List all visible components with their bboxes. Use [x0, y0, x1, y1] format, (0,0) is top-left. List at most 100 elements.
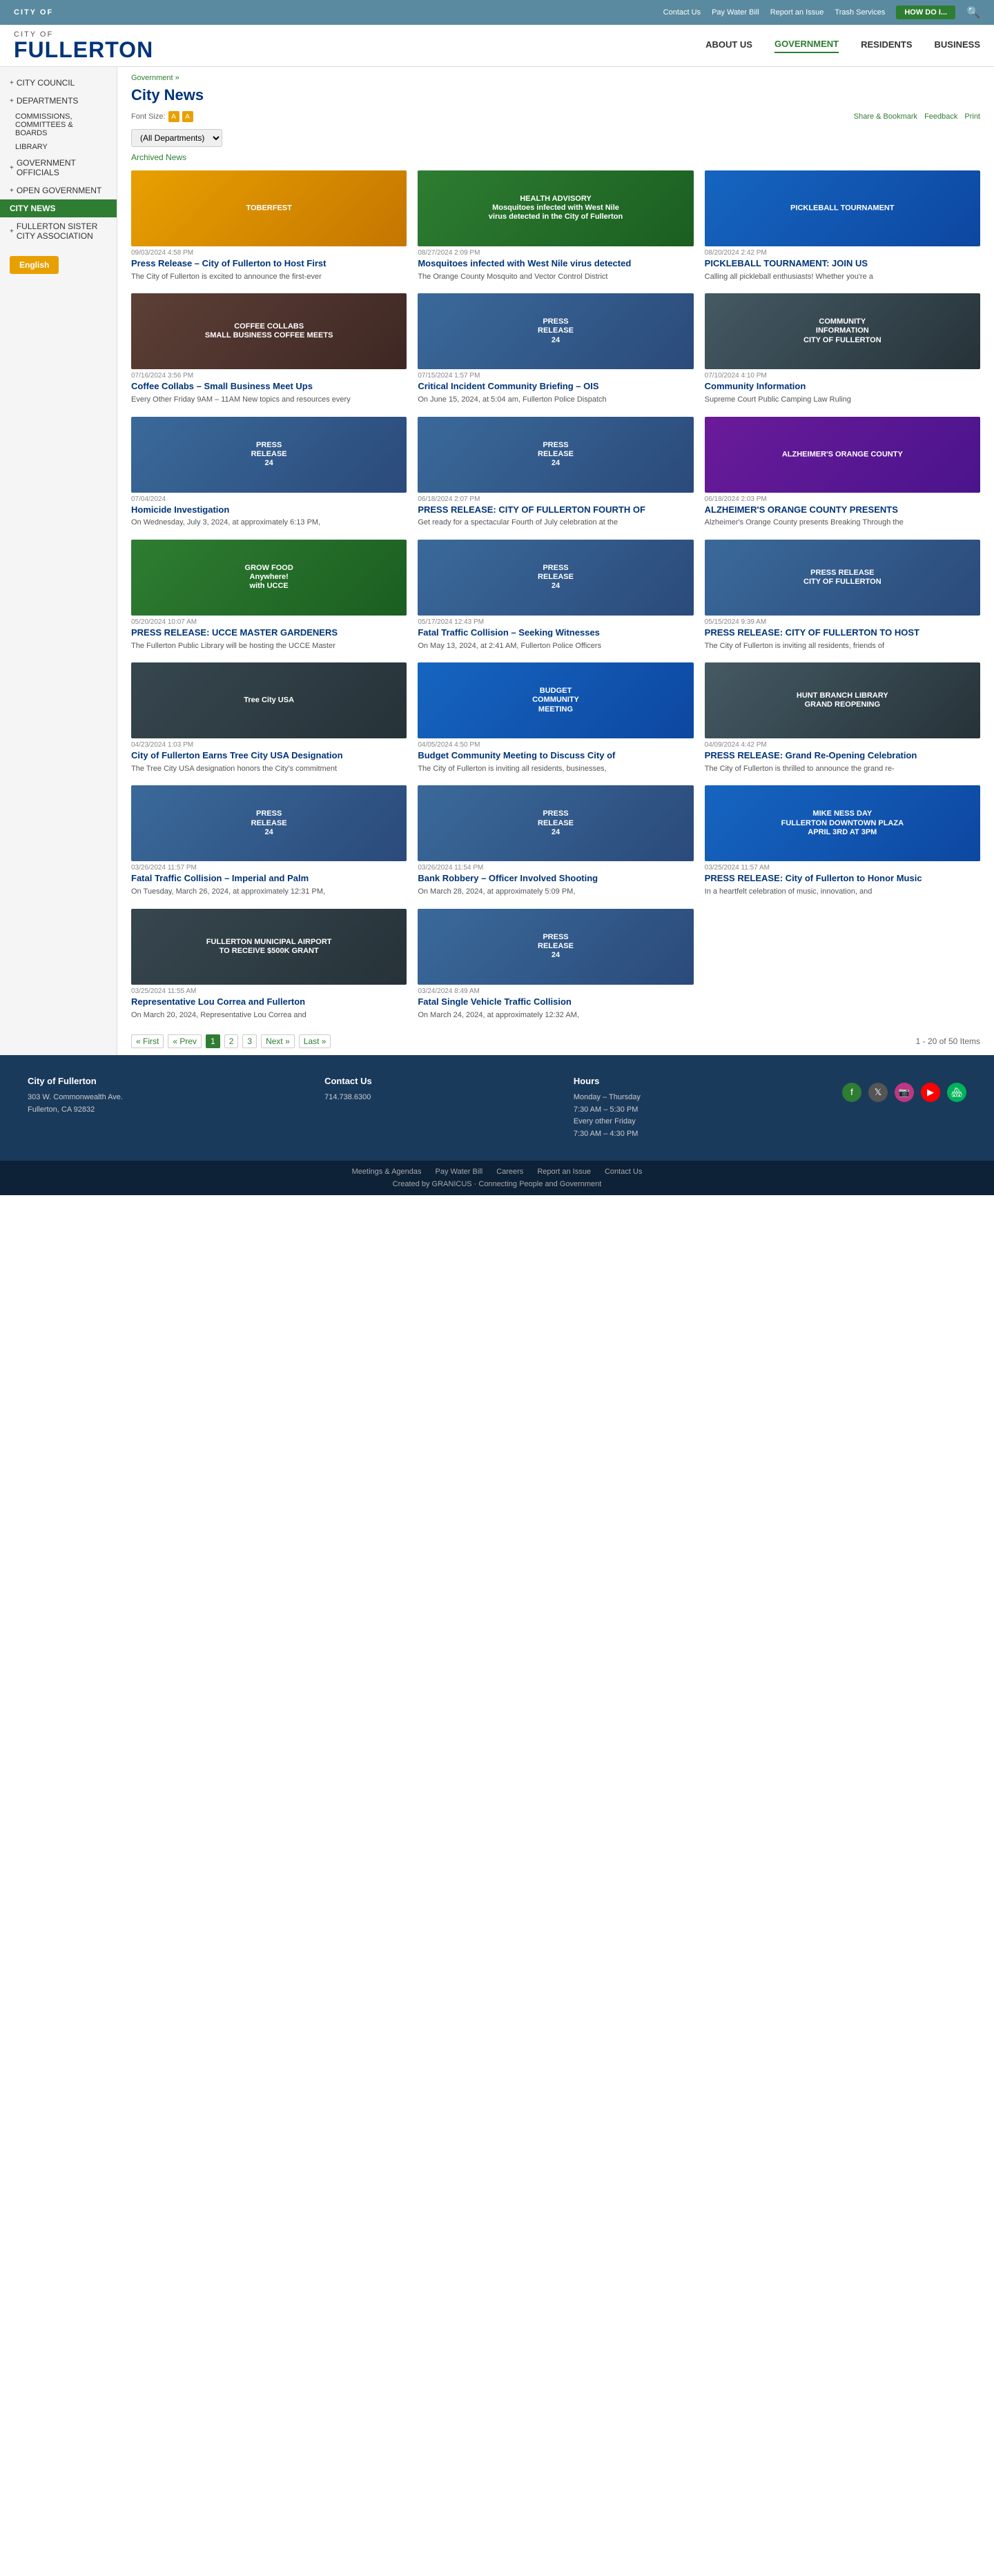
nav-government[interactable]: GOVERNMENT: [774, 39, 839, 53]
news-card-image: BUDGETCOMMUNITYMEETING: [418, 662, 693, 738]
news-card-title: PRESS RELEASE: UCCE MASTER GARDENERS: [131, 627, 407, 639]
footer-report-link[interactable]: Report an Issue: [537, 1168, 591, 1176]
language-button[interactable]: English: [10, 256, 59, 274]
report-issue-link[interactable]: Report an Issue: [770, 8, 824, 17]
news-card[interactable]: PRESSRELEASE24 06/18/2024 2:07 PM PRESS …: [418, 417, 693, 529]
news-card-date: 07/16/2024 3:56 PM: [131, 372, 407, 380]
news-card-date: 04/23/2024 1:03 PM: [131, 741, 407, 749]
news-card[interactable]: ALZHEIMER'S ORANGE COUNTY 06/18/2024 2:0…: [705, 417, 980, 529]
sidebar-item-open-gov[interactable]: + OPEN GOVERNMENT: [0, 181, 117, 199]
news-card-title: Fatal Traffic Collision – Seeking Witnes…: [418, 627, 693, 639]
news-image-label: PRESSRELEASE24: [538, 933, 574, 961]
font-decrease-button[interactable]: A: [168, 111, 179, 122]
news-card[interactable]: MIKE NESS DAYFULLERTON DOWNTOWN PLAZAAPR…: [705, 785, 980, 897]
font-increase-button[interactable]: A: [182, 111, 193, 122]
share-bookmark-link[interactable]: Share & Bookmark: [854, 112, 917, 121]
news-image-label: TOBERFEST: [246, 204, 291, 213]
sidebar-item-departments[interactable]: + DEPARTMENTS: [0, 92, 117, 110]
news-card-image: HEALTH ADVISORYMosquitoes infected with …: [418, 170, 693, 246]
nextdoor-icon[interactable]: 🏘: [947, 1083, 966, 1102]
news-card[interactable]: PRESSRELEASE24 07/15/2024 1:57 PM Critic…: [418, 293, 693, 405]
news-image-label: PRESSRELEASE24: [538, 564, 574, 591]
expand-icon: +: [10, 228, 14, 235]
pagination-prev[interactable]: « Prev: [168, 1034, 202, 1048]
top-bar: CITY OF Contact Us Pay Water Bill Report…: [0, 0, 994, 25]
print-link[interactable]: Print: [964, 112, 980, 121]
news-image-label: PRESSRELEASE24: [538, 318, 574, 346]
news-card-image: HUNT BRANCH LIBRARYGRAND REOPENING: [705, 662, 980, 738]
news-image-label: ALZHEIMER'S ORANGE COUNTY: [782, 450, 903, 459]
news-card[interactable]: PRESSRELEASE24 03/26/2024 11:57 PM Fatal…: [131, 785, 407, 897]
news-card-date: 09/03/2024 4:58 PM: [131, 249, 407, 257]
news-card-title: PICKLEBALL TOURNAMENT: JOIN US: [705, 258, 980, 270]
news-card-date: 05/20/2024 10:07 AM: [131, 618, 407, 626]
news-card-title: ALZHEIMER'S ORANGE COUNTY PRESENTS: [705, 504, 980, 516]
news-card[interactable]: PRESSRELEASE24 05/17/2024 12:43 PM Fatal…: [418, 540, 693, 651]
nav-residents[interactable]: RESIDENTS: [861, 39, 912, 52]
pagination-page-1[interactable]: 1: [206, 1034, 220, 1048]
fullerton-title: FULLERTON: [14, 39, 153, 61]
sidebar-item-city-news[interactable]: CITY NEWS: [0, 199, 117, 217]
news-card-date: 07/15/2024 1:57 PM: [418, 372, 693, 380]
footer-pay-water-link[interactable]: Pay Water Bill: [436, 1168, 483, 1176]
sidebar-item-gov-officials[interactable]: + GOVERNMENT OFFICIALS: [0, 154, 117, 181]
news-card-date: 03/25/2024 11:55 AM: [131, 987, 407, 995]
pagination-next[interactable]: Next »: [261, 1034, 295, 1048]
pagination-last[interactable]: Last »: [299, 1034, 331, 1048]
news-card-date: 03/25/2024 11:57 AM: [705, 864, 980, 872]
pagination-page-2[interactable]: 2: [224, 1034, 239, 1048]
news-card[interactable]: Tree City USA 04/23/2024 1:03 PM City of…: [131, 662, 407, 774]
breadcrumb-gov-link[interactable]: Government »: [131, 74, 179, 82]
news-card-date: 08/20/2024 2:42 PM: [705, 249, 980, 257]
how-do-i-button[interactable]: HOW DO I...: [896, 6, 955, 19]
news-card[interactable]: PRESSRELEASE24 03/26/2024 11:54 PM Bank …: [418, 785, 693, 897]
nav-about-us[interactable]: ABOUT US: [705, 39, 752, 52]
news-card-image: Tree City USA: [131, 662, 407, 738]
news-card[interactable]: TOBERFEST 09/03/2024 4:58 PM Press Relea…: [131, 170, 407, 282]
contact-us-link[interactable]: Contact Us: [663, 8, 701, 17]
news-card-date: 07/10/2024 4:10 PM: [705, 372, 980, 380]
feedback-link[interactable]: Feedback: [924, 112, 957, 121]
footer-friday-hours: 7:30 AM – 4:30 PM: [574, 1128, 641, 1141]
department-filter[interactable]: (All Departments): [131, 129, 222, 147]
pagination-first[interactable]: « First: [131, 1034, 164, 1048]
news-card[interactable]: COMMUNITYINFORMATIONCITY OF FULLERTON 07…: [705, 293, 980, 405]
sidebar-item-library[interactable]: LIBRARY: [0, 140, 117, 154]
nav-business[interactable]: BUSINESS: [935, 39, 980, 52]
sidebar-item-commissions[interactable]: COMMISSIONS, COMMITTEES & BOARDS: [0, 110, 117, 140]
twitter-icon[interactable]: 𝕏: [868, 1083, 888, 1102]
news-card[interactable]: HEALTH ADVISORYMosquitoes infected with …: [418, 170, 693, 282]
footer-contact: Contact Us 714.738.6300: [324, 1076, 372, 1140]
sidebar-item-sister-city[interactable]: + FULLERTON SISTER CITY ASSOCIATION: [0, 217, 117, 245]
youtube-icon[interactable]: ▶: [921, 1083, 940, 1102]
pagination-page-3[interactable]: 3: [242, 1034, 257, 1048]
footer-meetings-link[interactable]: Meetings & Agendas: [352, 1168, 422, 1176]
news-card[interactable]: PRESSRELEASE24 07/04/2024 Homicide Inves…: [131, 417, 407, 529]
pay-water-bill-link[interactable]: Pay Water Bill: [712, 8, 759, 17]
facebook-icon[interactable]: f: [842, 1083, 861, 1102]
trash-services-link[interactable]: Trash Services: [835, 8, 885, 17]
instagram-icon[interactable]: 📷: [895, 1083, 914, 1102]
news-card-image: COMMUNITYINFORMATIONCITY OF FULLERTON: [705, 293, 980, 369]
news-card[interactable]: GROW FOODAnywhere!with UCCE 05/20/2024 1…: [131, 540, 407, 651]
news-card-title: Homicide Investigation: [131, 504, 407, 516]
news-image-label: COFFEE COLLABSSMALL BUSINESS COFFEE MEET…: [205, 322, 333, 340]
news-card[interactable]: COFFEE COLLABSSMALL BUSINESS COFFEE MEET…: [131, 293, 407, 405]
search-button[interactable]: 🔍: [966, 6, 980, 19]
archived-news-link[interactable]: Archived News: [131, 153, 980, 162]
font-size-controls: Font Size: A A: [131, 111, 193, 122]
news-card[interactable]: BUDGETCOMMUNITYMEETING 04/05/2024 4:50 P…: [418, 662, 693, 774]
news-image-label: MIKE NESS DAYFULLERTON DOWNTOWN PLAZAAPR…: [781, 810, 904, 838]
news-card[interactable]: PRESS RELEASECITY OF FULLERTON 05/15/202…: [705, 540, 980, 651]
footer-careers-link[interactable]: Careers: [496, 1168, 523, 1176]
news-card[interactable]: PICKLEBALL TOURNAMENT 08/20/2024 2:42 PM…: [705, 170, 980, 282]
news-card-image: PRESSRELEASE24: [131, 417, 407, 493]
sidebar-item-city-council[interactable]: + CITY COUNCIL: [0, 74, 117, 92]
news-card[interactable]: HUNT BRANCH LIBRARYGRAND REOPENING 04/09…: [705, 662, 980, 774]
news-card[interactable]: PRESSRELEASE24 03/24/2024 8:49 AM Fatal …: [418, 909, 693, 1021]
news-image-label: HEALTH ADVISORYMosquitoes infected with …: [487, 195, 625, 222]
news-card-excerpt: The Tree City USA designation honors the…: [131, 764, 407, 774]
news-card[interactable]: FULLERTON MUNICIPAL AIRPORT TO RECEIVE $…: [131, 909, 407, 1021]
pagination-info: 1 - 20 of 50 Items: [916, 1036, 980, 1046]
footer-contact-link[interactable]: Contact Us: [605, 1168, 642, 1176]
